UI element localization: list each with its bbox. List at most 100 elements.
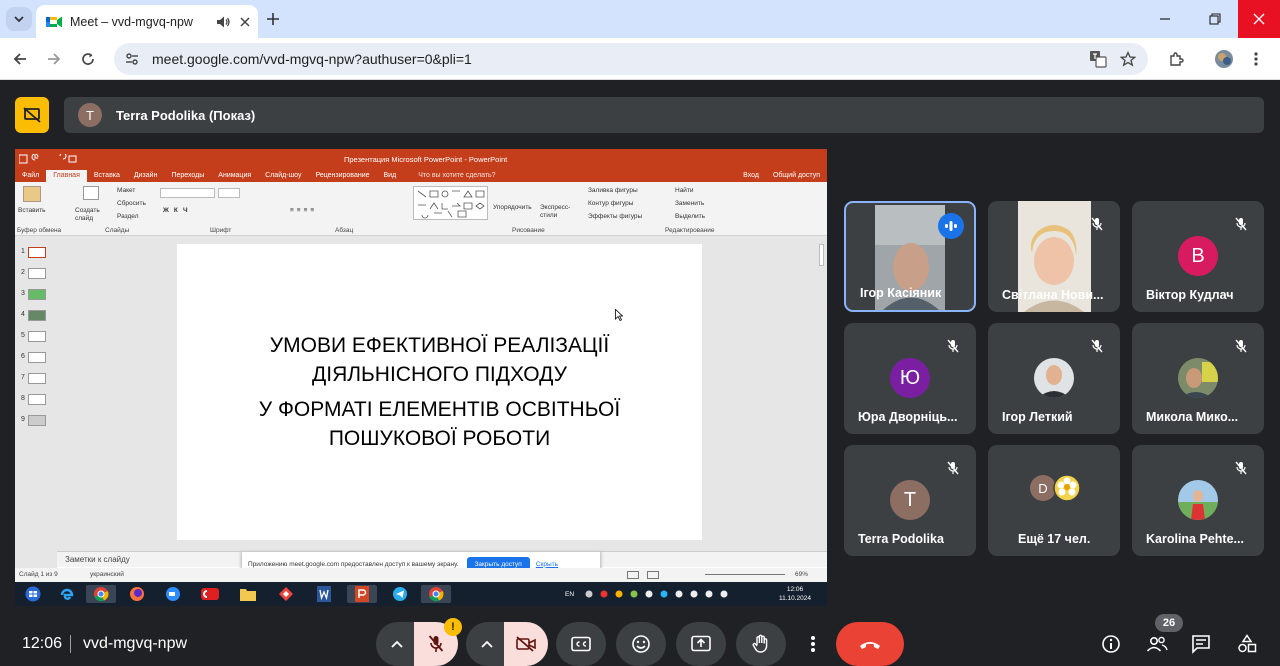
shape-effects-button[interactable]: Эффекты фигуры xyxy=(588,213,642,220)
camera-off-indicator-button[interactable] xyxy=(15,97,49,133)
back-button[interactable] xyxy=(8,47,32,71)
sign-in-link[interactable]: Вход xyxy=(736,170,766,182)
ribbon-tab-insert[interactable]: Вставка xyxy=(87,170,127,182)
leave-call-button[interactable] xyxy=(836,622,904,666)
minimize-button[interactable] xyxy=(1142,0,1188,38)
url-text[interactable]: meet.google.com/vvd-mgvq-npw?authuser=0&… xyxy=(152,51,472,67)
ribbon-tab-design[interactable]: Дизайн xyxy=(127,170,165,182)
ribbon-tab-slideshow[interactable]: Слайд-шоу xyxy=(258,170,308,182)
reset-button[interactable]: Сбросить xyxy=(117,200,146,207)
participant-tile[interactable]: Світлана Нови... xyxy=(988,201,1120,312)
shape-outline-button[interactable]: Контур фигуры xyxy=(588,200,633,207)
share-link[interactable]: Общий доступ xyxy=(766,170,827,182)
ribbon-tab-transitions[interactable]: Переходы xyxy=(164,170,211,182)
section-button[interactable]: Раздел xyxy=(117,213,138,220)
slide-thumbnail[interactable] xyxy=(28,352,46,363)
tray-icons[interactable] xyxy=(584,589,734,599)
current-slide[interactable]: УМОВИ ЕФЕКТИВНОЇ РЕАЛІЗАЦІЇ ДІЯЛЬНІСНОГО… xyxy=(177,244,702,540)
taskbar-app[interactable] xyxy=(195,585,225,603)
select-button[interactable]: Выделить xyxy=(675,213,705,220)
audio-options-button[interactable] xyxy=(376,622,418,666)
font-style-buttons[interactable]: ЖКЧ xyxy=(163,207,193,214)
tell-me-box[interactable]: Что вы хотите сделать? xyxy=(411,170,502,182)
participant-tile[interactable]: В Віктор Кудлач xyxy=(1132,201,1264,312)
forward-button[interactable] xyxy=(42,47,66,71)
find-button[interactable]: Найти xyxy=(675,187,694,194)
participant-tile[interactable]: Ігор Касіяник xyxy=(844,201,976,312)
taskbar-telegram[interactable] xyxy=(385,585,415,603)
shapes-gallery[interactable] xyxy=(413,186,488,220)
reactions-button[interactable] xyxy=(616,622,666,666)
bookmark-button[interactable] xyxy=(1116,47,1140,71)
participant-tile[interactable]: T Terra Podolika xyxy=(844,445,976,556)
slide-thumbnail[interactable] xyxy=(28,268,46,279)
taskbar-word[interactable] xyxy=(309,585,339,603)
present-now-button[interactable] xyxy=(676,622,726,666)
participant-tile[interactable]: Микола Мико... xyxy=(1132,323,1264,434)
close-tab-icon[interactable] xyxy=(240,16,250,27)
more-participants-tile[interactable]: D Ещё 17 чел. xyxy=(988,445,1120,556)
ribbon-tab-animations[interactable]: Анимация xyxy=(211,170,258,182)
normal-view-button[interactable] xyxy=(627,571,639,579)
taskbar-chrome[interactable] xyxy=(86,585,116,603)
taskbar-firefox[interactable] xyxy=(122,585,152,603)
chrome-menu-button[interactable] xyxy=(1244,47,1268,71)
paragraph-align-buttons[interactable]: ≡≡≡≡ xyxy=(290,207,317,214)
tab-search-button[interactable] xyxy=(6,7,32,31)
captions-button[interactable] xyxy=(556,622,606,666)
font-name-input[interactable] xyxy=(160,188,215,198)
extensions-button[interactable] xyxy=(1164,47,1188,71)
camera-toggle-button[interactable] xyxy=(504,622,548,666)
site-settings-icon[interactable] xyxy=(124,51,140,67)
close-window-button[interactable] xyxy=(1238,0,1280,38)
paste-button[interactable]: Вставить xyxy=(18,207,46,214)
video-options-button[interactable] xyxy=(466,622,508,666)
profile-avatar[interactable] xyxy=(1212,47,1236,71)
ribbon-tab-review[interactable]: Рецензирование xyxy=(308,170,376,182)
vertical-scrollbar[interactable] xyxy=(819,244,824,266)
hide-banner-link[interactable]: Скрыть xyxy=(536,561,558,568)
taskbar-powerpoint[interactable] xyxy=(347,585,377,603)
slide-thumbnail[interactable] xyxy=(28,373,46,384)
participant-tile[interactable]: Ігор Леткий xyxy=(988,323,1120,434)
quick-styles-button[interactable]: Экспресс-стили xyxy=(540,204,574,220)
slide-thumbnail[interactable] xyxy=(28,247,46,258)
taskbar-chrome-2[interactable] xyxy=(421,585,451,603)
new-slide-button[interactable]: Создать слайд xyxy=(75,207,105,223)
meeting-details-button[interactable] xyxy=(1096,622,1126,666)
speaker-icon[interactable] xyxy=(216,15,230,29)
taskbar-anydesk[interactable] xyxy=(271,585,301,603)
start-button[interactable] xyxy=(18,585,48,603)
taskbar-explorer[interactable] xyxy=(233,585,263,603)
slide-thumbnail[interactable] xyxy=(28,289,46,300)
new-slide-icon[interactable] xyxy=(83,186,99,200)
taskbar-clock[interactable]: 12:06 11.10.2024 xyxy=(779,585,811,603)
chat-button[interactable] xyxy=(1186,622,1216,666)
sorter-view-button[interactable] xyxy=(647,571,659,579)
ribbon-tab-file[interactable]: Файл xyxy=(15,170,46,182)
slide-thumbnail[interactable] xyxy=(28,394,46,405)
replace-button[interactable]: Заменить xyxy=(675,200,704,207)
taskbar-ie[interactable] xyxy=(52,585,82,603)
browser-tab-meet[interactable]: Meet – vvd-mgvq-npw xyxy=(36,5,258,38)
restore-button[interactable] xyxy=(1192,0,1238,38)
layout-button[interactable]: Макет xyxy=(117,187,135,194)
translate-button[interactable] xyxy=(1086,47,1110,71)
slide-thumbnail[interactable] xyxy=(28,331,46,342)
participant-tile[interactable]: Karolina Pehte... xyxy=(1132,445,1264,556)
participant-tile[interactable]: Ю Юра Дворніць... xyxy=(844,323,976,434)
taskbar-zoom[interactable] xyxy=(158,585,188,603)
more-options-button[interactable] xyxy=(796,622,830,666)
slide-thumbnail[interactable] xyxy=(28,310,46,321)
ribbon-tab-home[interactable]: Главная xyxy=(46,170,87,182)
reload-button[interactable] xyxy=(76,47,100,71)
shape-fill-button[interactable]: Заливка фигуры xyxy=(588,187,638,194)
activities-button[interactable] xyxy=(1232,622,1262,666)
address-bar[interactable]: meet.google.com/vvd-mgvq-npw?authuser=0&… xyxy=(114,43,1148,75)
raise-hand-button[interactable] xyxy=(736,622,786,666)
zoom-slider[interactable] xyxy=(705,574,785,575)
paste-icon[interactable] xyxy=(23,186,41,202)
ribbon-tab-view[interactable]: Вид xyxy=(377,170,404,182)
input-language[interactable]: EN xyxy=(565,591,574,598)
slide-thumbnail[interactable] xyxy=(28,415,46,426)
